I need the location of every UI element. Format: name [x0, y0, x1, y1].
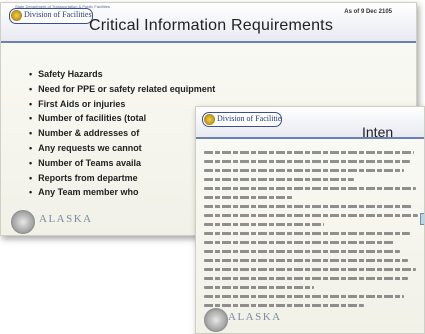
bullet-item: Any Team member who: [29, 185, 215, 200]
footer-wordmark: ALASKA: [228, 311, 282, 323]
slide-date: As of 9 Dec 2105: [344, 9, 392, 15]
bullet-item: Any requests we cannot: [29, 141, 215, 156]
footer-wordmark: ALASKA: [39, 213, 93, 225]
text-line: [204, 268, 416, 271]
slide-header: Division of Facilities Services Inten: [196, 107, 424, 140]
logo-text: Division of Facilities Services: [217, 114, 282, 123]
slide-footer: ALASKA: [196, 303, 424, 333]
text-line: [204, 205, 412, 208]
state-seal-icon: [11, 10, 22, 21]
text-line: [204, 223, 324, 226]
slide-title: Inten: [362, 124, 394, 140]
text-line: [204, 241, 394, 244]
slide-intent[interactable]: Division of Facilities Services Inten AL…: [195, 106, 425, 334]
text-line: [204, 178, 354, 181]
state-seal-icon: [204, 114, 215, 125]
logo-text: Division of Facilities Services: [24, 10, 92, 19]
alaska-seal-icon: [204, 308, 228, 332]
slide-body-text: [204, 151, 424, 313]
bullet-item: Safety Hazards: [29, 67, 215, 82]
bullet-item: Number of facilities (total: [29, 111, 215, 126]
text-line: [204, 187, 416, 190]
bullet-item: First Aids or injuries: [29, 97, 215, 112]
text-line: [204, 160, 410, 163]
division-logo: Division of Facilities Services: [9, 8, 93, 24]
text-line: [204, 151, 414, 154]
bullet-item: Number & addresses of: [29, 126, 215, 141]
bullet-item: Number of Teams availa: [29, 156, 215, 171]
bullet-item: Reports from departme: [29, 171, 215, 186]
text-line: [204, 295, 404, 298]
text-line: [204, 196, 294, 199]
text-line: [204, 286, 314, 289]
department-text: State Department of Transportation & Pub…: [15, 4, 110, 9]
bullet-list: Safety Hazards Need for PPE or safety re…: [29, 67, 215, 200]
slide-title: Critical Information Requirements: [89, 17, 334, 34]
text-line: [204, 259, 408, 262]
text-line: [204, 214, 418, 217]
text-line: [204, 250, 400, 253]
next-slide-peek[interactable]: [420, 213, 424, 225]
division-logo: Division of Facilities Services: [202, 112, 282, 127]
alaska-seal-icon: [11, 210, 35, 234]
text-line: [204, 169, 404, 172]
text-line: [204, 232, 410, 235]
slide-header: Division of Facilities Services State De…: [1, 3, 416, 43]
text-line: [204, 277, 408, 280]
bullet-item: Need for PPE or safety related equipment: [29, 82, 215, 97]
